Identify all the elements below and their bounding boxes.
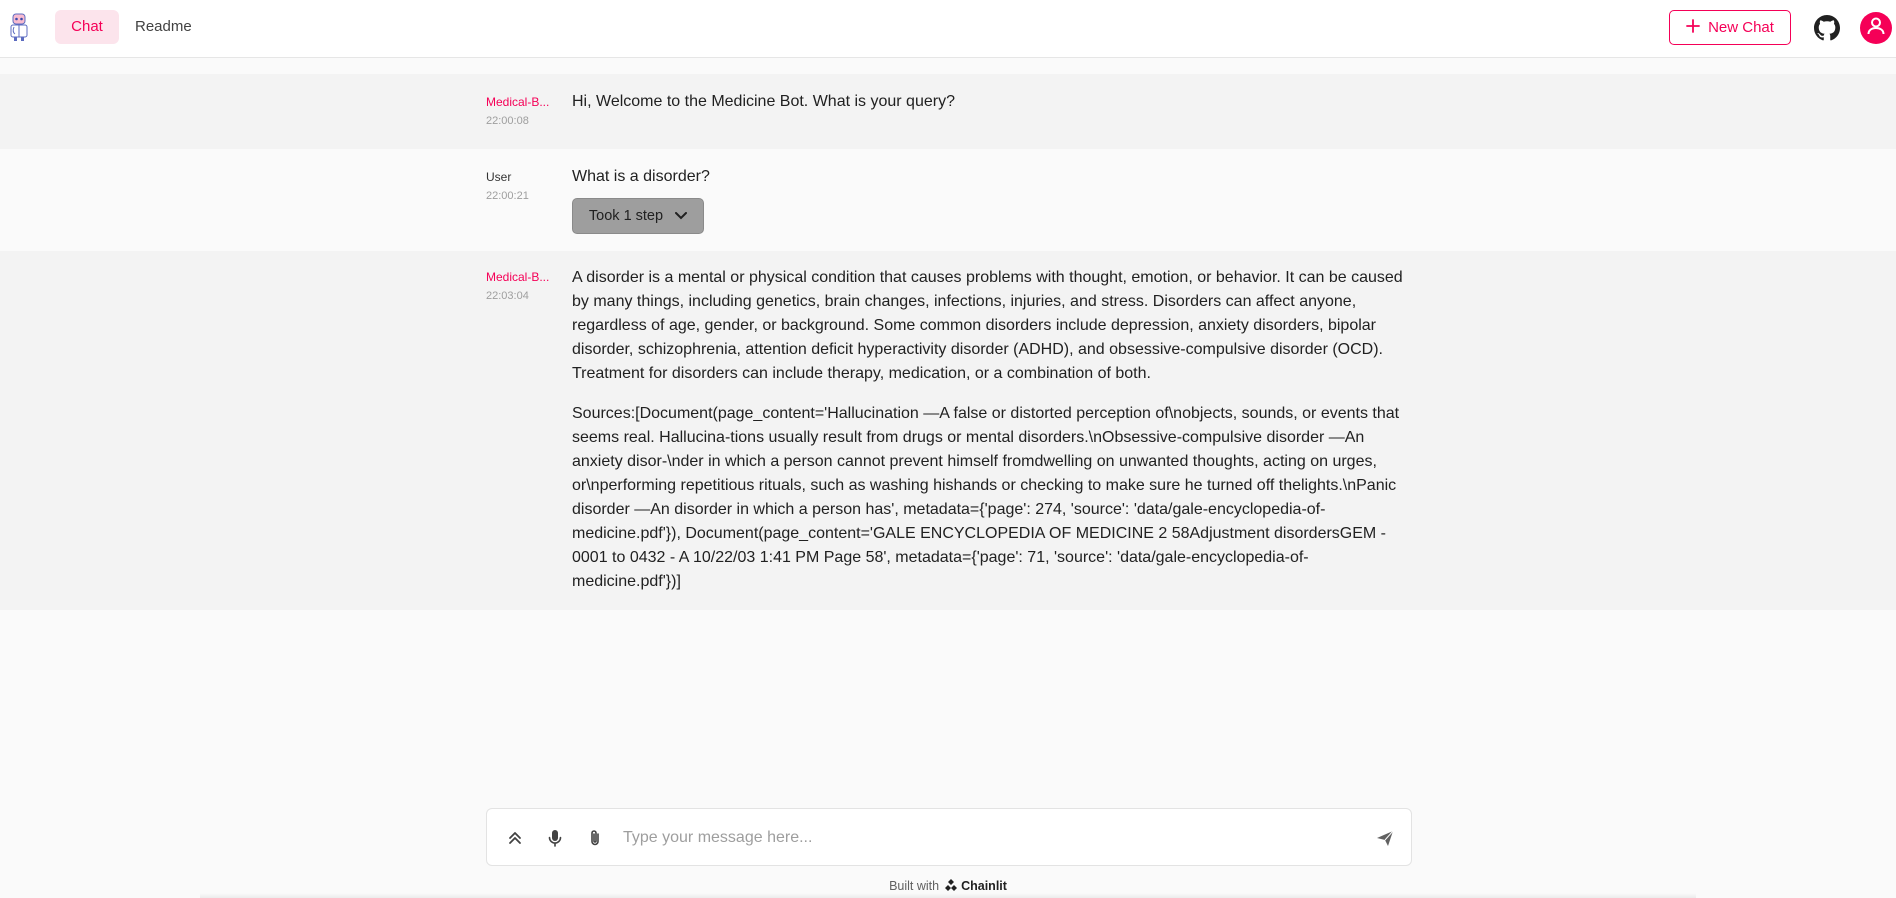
user-icon bbox=[1865, 15, 1887, 42]
microphone-icon[interactable] bbox=[545, 828, 565, 848]
message-author: Medical-B... bbox=[486, 95, 550, 109]
message-time: 22:00:21 bbox=[486, 190, 529, 202]
chainlit-link[interactable]: Chainlit bbox=[944, 878, 1007, 895]
plus-icon bbox=[1686, 18, 1700, 37]
top-bar: Chat Readme New Chat bbox=[0, 0, 1896, 58]
message-time: 22:03:04 bbox=[486, 290, 529, 302]
tab-chat[interactable]: Chat bbox=[55, 10, 119, 44]
send-icon[interactable] bbox=[1375, 828, 1395, 848]
message-text: What is a disorder? bbox=[572, 168, 710, 185]
bottom-shadow bbox=[200, 893, 1696, 898]
steps-label: Took 1 step bbox=[588, 208, 664, 224]
chainlit-logo-icon bbox=[944, 878, 958, 895]
chevron-down-icon bbox=[675, 208, 688, 224]
new-chat-button[interactable]: New Chat bbox=[1669, 10, 1791, 45]
expand-up-icon[interactable] bbox=[505, 828, 525, 848]
chainlit-label: Chainlit bbox=[961, 879, 1007, 893]
message-row: Medical-B... 22:00:08 Hi, Welcome to the… bbox=[0, 74, 1896, 149]
message-text: A disorder is a mental or physical condi… bbox=[572, 269, 1403, 382]
github-icon[interactable] bbox=[1814, 15, 1840, 41]
doctor-robot-icon[interactable] bbox=[6, 12, 32, 42]
message-row: User 22:00:21 What is a disorder? bbox=[0, 149, 1896, 251]
message-time: 22:00:08 bbox=[486, 115, 529, 127]
new-chat-label: New Chat bbox=[1708, 19, 1774, 36]
account-button[interactable] bbox=[1860, 12, 1892, 44]
message-author: Medical-B... bbox=[486, 270, 550, 284]
paperclip-icon[interactable] bbox=[585, 828, 605, 848]
message-text: Hi, Welcome to the Medicine Bot. What is… bbox=[572, 93, 955, 110]
message-author: User bbox=[486, 170, 512, 184]
tab-readme[interactable]: Readme bbox=[119, 10, 208, 44]
message-composer bbox=[486, 808, 1412, 866]
built-with-label: Built with bbox=[889, 879, 940, 893]
steps-toggle-button[interactable]: Took 1 step bbox=[572, 198, 704, 234]
message-row: Medical-B... 22:03:04 A disorder is a me… bbox=[0, 251, 1896, 610]
message-sources: Sources:[Document(page_content='Hallucin… bbox=[572, 405, 1400, 590]
message-input[interactable] bbox=[623, 823, 1343, 853]
